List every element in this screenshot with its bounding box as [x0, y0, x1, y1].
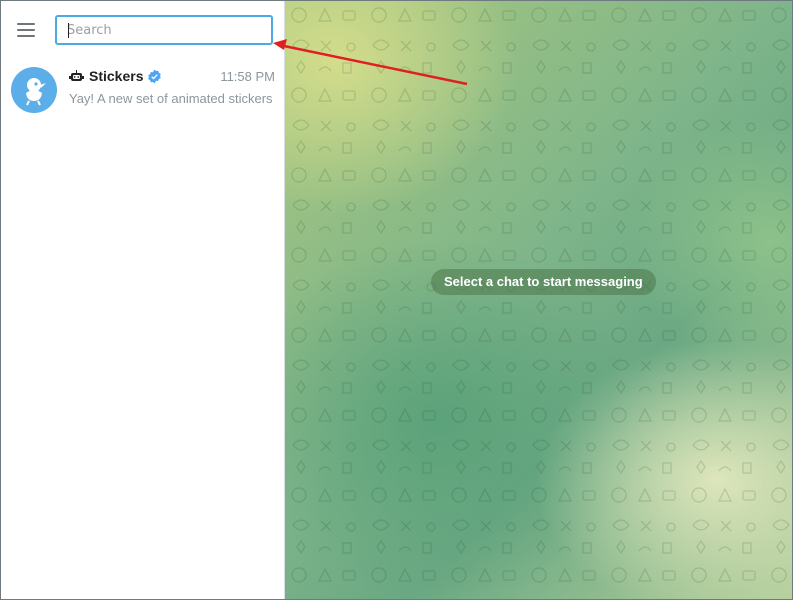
chat-list-item[interactable]: Stickers 11:58 PM Yay! A new set of anim… — [1, 61, 284, 123]
app-window: Stickers 11:58 PM Yay! A new set of anim… — [0, 0, 793, 600]
chat-name: Stickers — [89, 68, 144, 84]
verified-badge-icon — [147, 69, 162, 84]
bot-icon — [69, 69, 84, 84]
chat-time: 11:58 PM — [220, 68, 275, 84]
sidebar: Stickers 11:58 PM Yay! A new set of anim… — [1, 1, 285, 599]
chat-last-message: Yay! A new set of animated stickers — [69, 91, 273, 106]
hamburger-menu-icon[interactable] — [14, 17, 40, 43]
empty-state-message: Select a chat to start messaging — [431, 269, 656, 295]
avatar[interactable] — [11, 67, 57, 113]
chat-title-row: Stickers 11:58 PM — [69, 67, 275, 85]
search-field[interactable] — [55, 15, 273, 45]
wallpaper-pattern — [285, 1, 792, 599]
chat-area: Select a chat to start messaging — [285, 1, 792, 599]
duck-avatar-icon — [26, 78, 46, 106]
search-input[interactable] — [57, 17, 271, 43]
text-caret — [68, 23, 69, 38]
